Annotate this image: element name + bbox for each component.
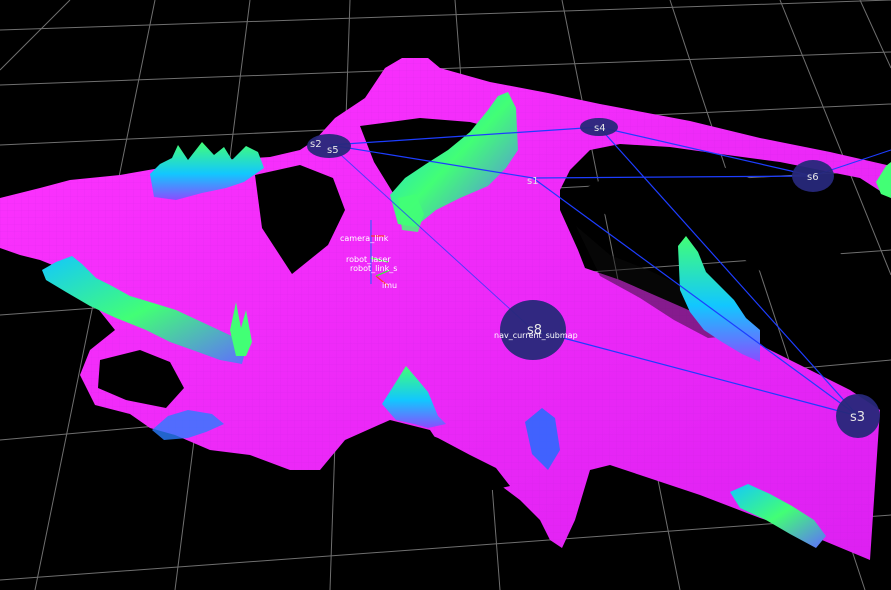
- nav-current-submap-label: nav_current_submap: [494, 331, 578, 340]
- map-visualization[interactable]: camera_link robot_laser robot_link_s imu…: [0, 0, 891, 590]
- imu-frame-label: imu: [382, 281, 397, 290]
- waypoint-s4-label: s4: [594, 123, 606, 134]
- waypoint-s5-label: s5: [327, 145, 339, 156]
- waypoint-s6-label: s6: [807, 172, 819, 183]
- waypoint-s3-label: s3: [850, 410, 865, 425]
- grid-line: [0, 514, 891, 581]
- base-frame-label: robot_link_s: [350, 264, 397, 273]
- laser-frame-label: robot_laser: [346, 255, 391, 264]
- rviz-3d-viewport[interactable]: camera_link robot_laser robot_link_s imu…: [0, 0, 891, 590]
- waypoint-s2-label: s2: [310, 139, 322, 150]
- waypoint-s1-label: s1: [527, 176, 539, 187]
- grid-line: [0, 0, 71, 71]
- navigation-labels: nav_current_submap: [494, 331, 578, 340]
- grid-line: [0, 0, 891, 31]
- grid-line: [859, 0, 891, 69]
- camera-frame-label: camera_link: [340, 234, 389, 243]
